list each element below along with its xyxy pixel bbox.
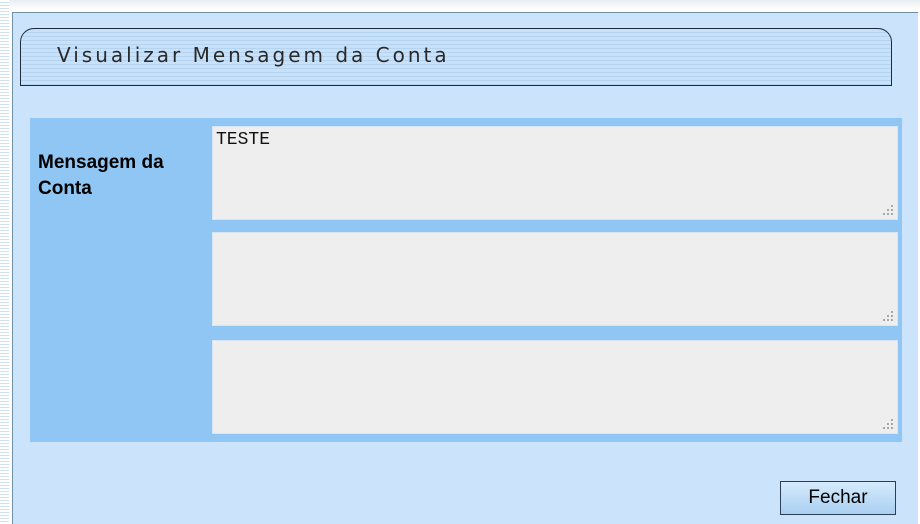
message-line-1-textarea[interactable] [212,126,898,220]
message-line-3-textarea[interactable] [212,340,898,434]
message-line-2-textarea[interactable] [212,232,898,326]
dialog-title-bar: Visualizar Mensagem da Conta [20,28,892,86]
window-edge [0,0,9,524]
message-field-label: Mensagem da Conta [38,152,164,199]
close-button[interactable]: Fechar [780,481,896,515]
window-top-shadow [9,0,920,10]
app-window: Visualizar Mensagem da Conta Mensagem da… [0,0,920,524]
dialog-title: Visualizar Mensagem da Conta [57,43,450,67]
